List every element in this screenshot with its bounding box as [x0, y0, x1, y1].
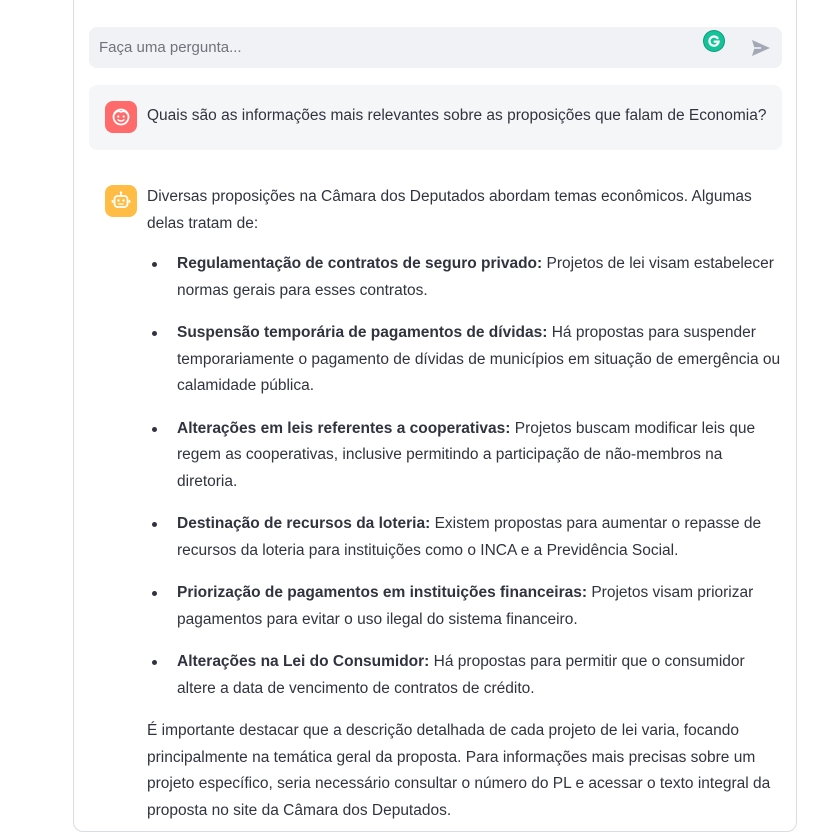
grammarly-icon[interactable]: [704, 31, 724, 51]
chat-input-bar: [89, 27, 782, 68]
robot-icon: [111, 191, 131, 208]
list-item: Destinação de recursos da loteria: Exist…: [152, 511, 783, 564]
list-item-title: Regulamentação de contratos de seguro pr…: [177, 255, 543, 272]
send-button[interactable]: [749, 37, 773, 59]
assistant-intro: Diversas proposições na Câmara dos Deput…: [147, 188, 752, 232]
list-item: Regulamentação de contratos de seguro pr…: [152, 251, 783, 304]
assistant-message-content: Diversas proposições na Câmara dos Deput…: [147, 184, 783, 824]
assistant-closing: É importante destacar que a descrição de…: [147, 722, 771, 819]
list-item: Alterações em leis referentes a cooperat…: [152, 416, 783, 496]
list-item: Alterações na Lei do Consumidor: Há prop…: [152, 649, 783, 702]
user-avatar: [105, 101, 137, 133]
chat-input[interactable]: [89, 27, 689, 68]
user-message-text: Quais são as informações mais relevantes…: [147, 107, 767, 124]
list-item-title: Alterações em leis referentes a cooperat…: [177, 419, 511, 437]
list-item-title: Suspensão temporária de pagamentos de dí…: [177, 324, 548, 341]
topic-list: Regulamentação de contratos de seguro pr…: [147, 251, 783, 702]
list-item-title: Priorização de pagamentos em instituiçõe…: [177, 584, 588, 601]
list-item-title: Alterações na Lei do Consumidor:: [177, 653, 430, 670]
user-message: Quais são as informações mais relevantes…: [89, 85, 782, 150]
list-item: Suspensão temporária de pagamentos de dí…: [152, 320, 783, 400]
send-arrow-icon: [752, 40, 770, 56]
user-face-icon: [112, 108, 130, 126]
list-item: Priorização de pagamentos em instituiçõe…: [152, 580, 783, 633]
bot-avatar: [105, 185, 137, 217]
list-item-title: Destinação de recursos da loteria:: [177, 515, 431, 532]
